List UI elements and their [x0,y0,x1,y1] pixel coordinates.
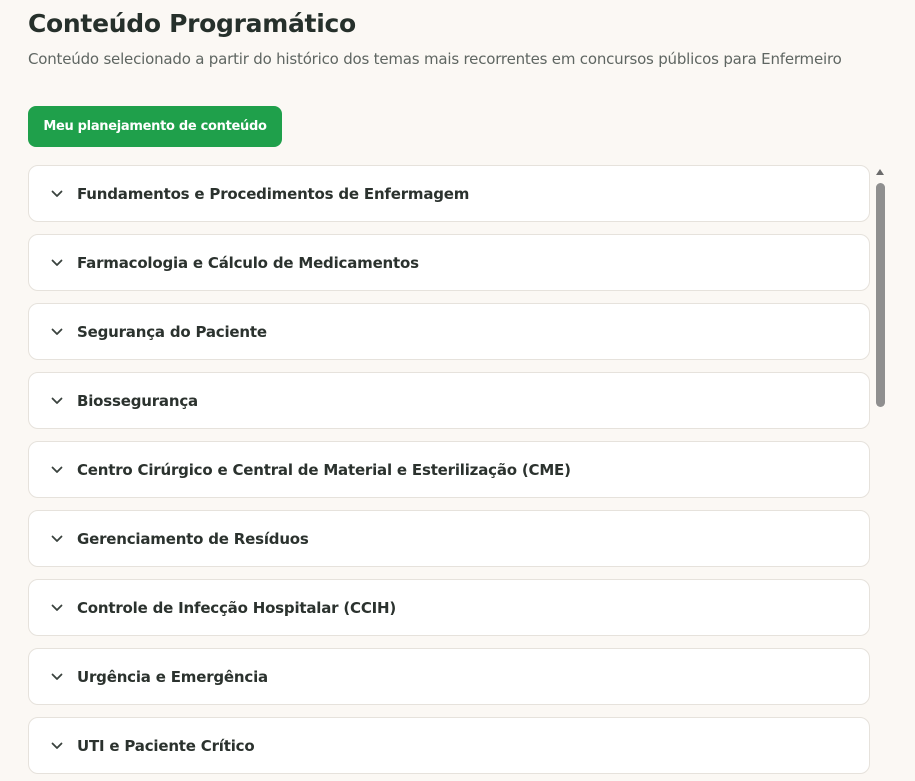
topic-label: Biossegurança [77,391,198,410]
topic-item[interactable]: UTI e Paciente Crítico [28,717,870,774]
content-planning-button[interactable]: Meu planejamento de conteúdo [28,106,282,147]
chevron-down-icon [49,186,65,202]
topic-label: Controle de Infecção Hospitalar (CCIH) [77,598,397,617]
chevron-down-icon [49,255,65,271]
topic-item[interactable]: Centro Cirúrgico e Central de Material e… [28,441,870,498]
scrollbar-thumb[interactable] [876,183,885,407]
chevron-down-icon [49,531,65,547]
topic-item[interactable]: Biossegurança [28,372,870,429]
content-page: Conteúdo Programático Conteúdo seleciona… [0,0,915,781]
topic-label: Urgência e Emergência [77,667,268,686]
chevron-down-icon [49,600,65,616]
topic-label: Segurança do Paciente [77,322,267,341]
topic-item[interactable]: Urgência e Emergência [28,648,870,705]
topic-item[interactable]: Fundamentos e Procedimentos de Enfermage… [28,165,870,222]
arrow-up-icon[interactable] [876,169,884,175]
topic-item[interactable]: Gerenciamento de Resíduos [28,510,870,567]
topic-list: Fundamentos e Procedimentos de Enfermage… [28,165,870,781]
chevron-down-icon [49,393,65,409]
topic-label: Fundamentos e Procedimentos de Enfermage… [77,184,470,203]
chevron-down-icon [49,669,65,685]
topic-label: Gerenciamento de Resíduos [77,529,309,548]
topic-item[interactable]: Segurança do Paciente [28,303,870,360]
page-subtitle: Conteúdo selecionado a partir do históri… [28,50,842,68]
topic-label: Centro Cirúrgico e Central de Material e… [77,460,571,479]
chevron-down-icon [49,738,65,754]
topic-label: UTI e Paciente Crítico [77,736,255,755]
chevron-down-icon [49,324,65,340]
scrollbar[interactable] [874,165,887,781]
page-title: Conteúdo Programático [28,9,356,38]
topic-label: Farmacologia e Cálculo de Medicamentos [77,253,419,272]
topic-item[interactable]: Farmacologia e Cálculo de Medicamentos [28,234,870,291]
topic-item[interactable]: Controle de Infecção Hospitalar (CCIH) [28,579,870,636]
chevron-down-icon [49,462,65,478]
